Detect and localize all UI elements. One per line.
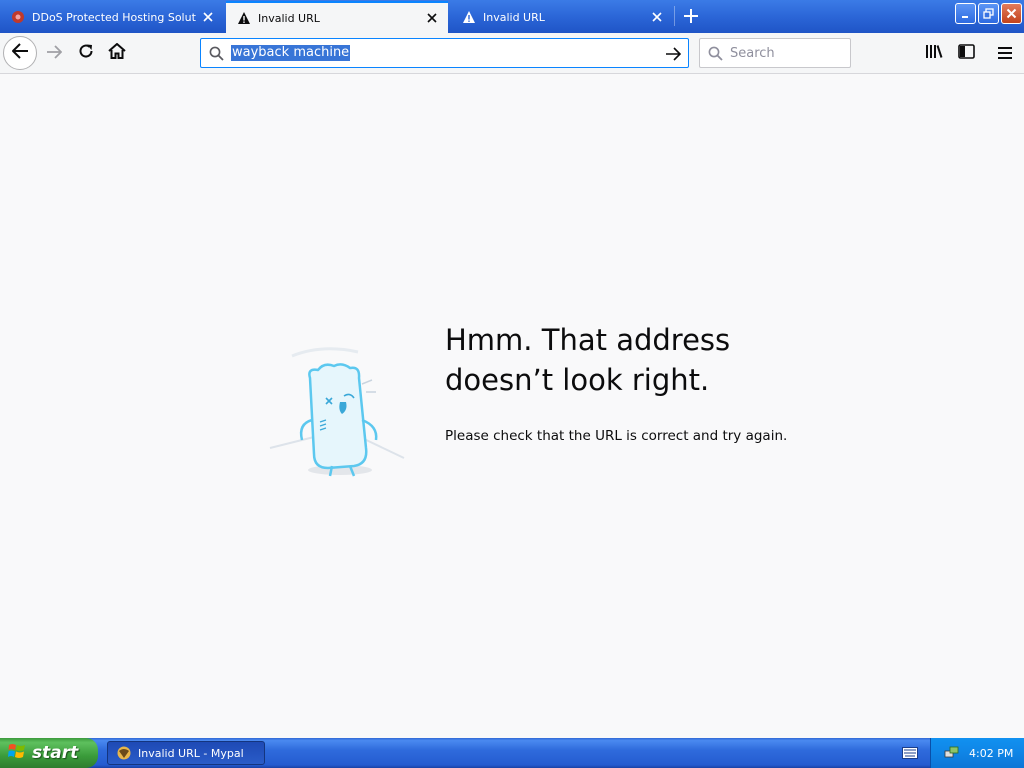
search-icon <box>201 39 231 67</box>
close-tab-icon[interactable] <box>420 6 444 30</box>
url-bar[interactable]: wayback machine <box>200 38 689 68</box>
close-icon <box>1006 4 1017 23</box>
search-placeholder: Search <box>730 45 775 61</box>
minimize-icon <box>961 4 971 23</box>
mypal-browser-icon <box>116 745 132 761</box>
confused-dinosaur-illustration <box>262 340 412 490</box>
library-icon <box>925 43 943 63</box>
error-description: Please check that the URL is correct and… <box>445 428 788 444</box>
forward-arrow-icon <box>46 44 63 63</box>
error-title: Hmm. That address doesn’t look right. <box>445 320 825 400</box>
warning-icon <box>236 10 252 26</box>
start-button[interactable]: start <box>0 738 98 768</box>
error-title-line-1: Hmm. That address <box>445 323 731 357</box>
forward-button[interactable] <box>38 37 70 69</box>
go-arrow-icon[interactable] <box>662 43 684 65</box>
keyboard-icon[interactable] <box>901 745 919 761</box>
site-favicon-icon <box>10 9 26 25</box>
sidebar-icon <box>957 43 975 63</box>
restore-icon <box>983 4 994 23</box>
menu-button[interactable] <box>989 37 1021 69</box>
error-title-line-2: doesn’t look right. <box>445 363 710 397</box>
home-button[interactable] <box>101 37 133 69</box>
tab-separator <box>674 6 675 26</box>
network-icon[interactable] <box>943 744 961 762</box>
windows-taskbar: start Invalid URL - Mypal 4:02 PM <box>0 738 1024 768</box>
reload-icon <box>78 43 94 63</box>
error-page: Hmm. That address doesn’t look right. Pl… <box>0 74 1024 738</box>
search-bar[interactable]: Search <box>699 38 851 68</box>
close-tab-icon[interactable] <box>196 5 220 29</box>
tab-invalid-url-active[interactable]: Invalid URL <box>226 1 448 33</box>
back-arrow-icon <box>11 43 29 63</box>
plus-icon <box>684 8 698 27</box>
sidebar-toggle-button[interactable] <box>950 37 982 69</box>
tab-label: Invalid URL <box>258 11 320 25</box>
close-tab-icon[interactable] <box>645 5 669 29</box>
start-label: start <box>32 743 79 763</box>
taskbar-item-label: Invalid URL - Mypal <box>138 746 244 760</box>
url-input-value[interactable]: wayback machine <box>231 45 351 61</box>
tab-ddos-hosting[interactable]: DDoS Protected Hosting Solutions <box>0 1 224 33</box>
tab-strip: DDoS Protected Hosting Solutions Invalid… <box>0 0 1024 33</box>
search-icon <box>700 39 730 67</box>
back-button[interactable] <box>3 36 37 70</box>
reload-button[interactable] <box>70 37 102 69</box>
restore-button[interactable] <box>978 3 999 24</box>
library-button[interactable] <box>918 37 950 69</box>
close-window-button[interactable] <box>1001 3 1022 24</box>
tab-label: DDoS Protected Hosting Solutions <box>32 10 196 24</box>
taskbar-item-mypal[interactable]: Invalid URL - Mypal <box>107 741 265 765</box>
home-icon <box>108 42 126 63</box>
hamburger-menu-icon <box>998 44 1012 63</box>
warning-icon <box>461 9 477 25</box>
clock[interactable]: 4:02 PM <box>969 747 1013 760</box>
minimize-button[interactable] <box>955 3 976 24</box>
new-tab-button[interactable] <box>678 4 704 30</box>
tab-invalid-url[interactable]: Invalid URL <box>451 1 673 33</box>
windows-logo-icon <box>8 742 26 764</box>
navigation-toolbar: wayback machine Search <box>0 33 1024 74</box>
system-tray: 4:02 PM <box>930 738 1024 768</box>
tab-label: Invalid URL <box>483 10 545 24</box>
